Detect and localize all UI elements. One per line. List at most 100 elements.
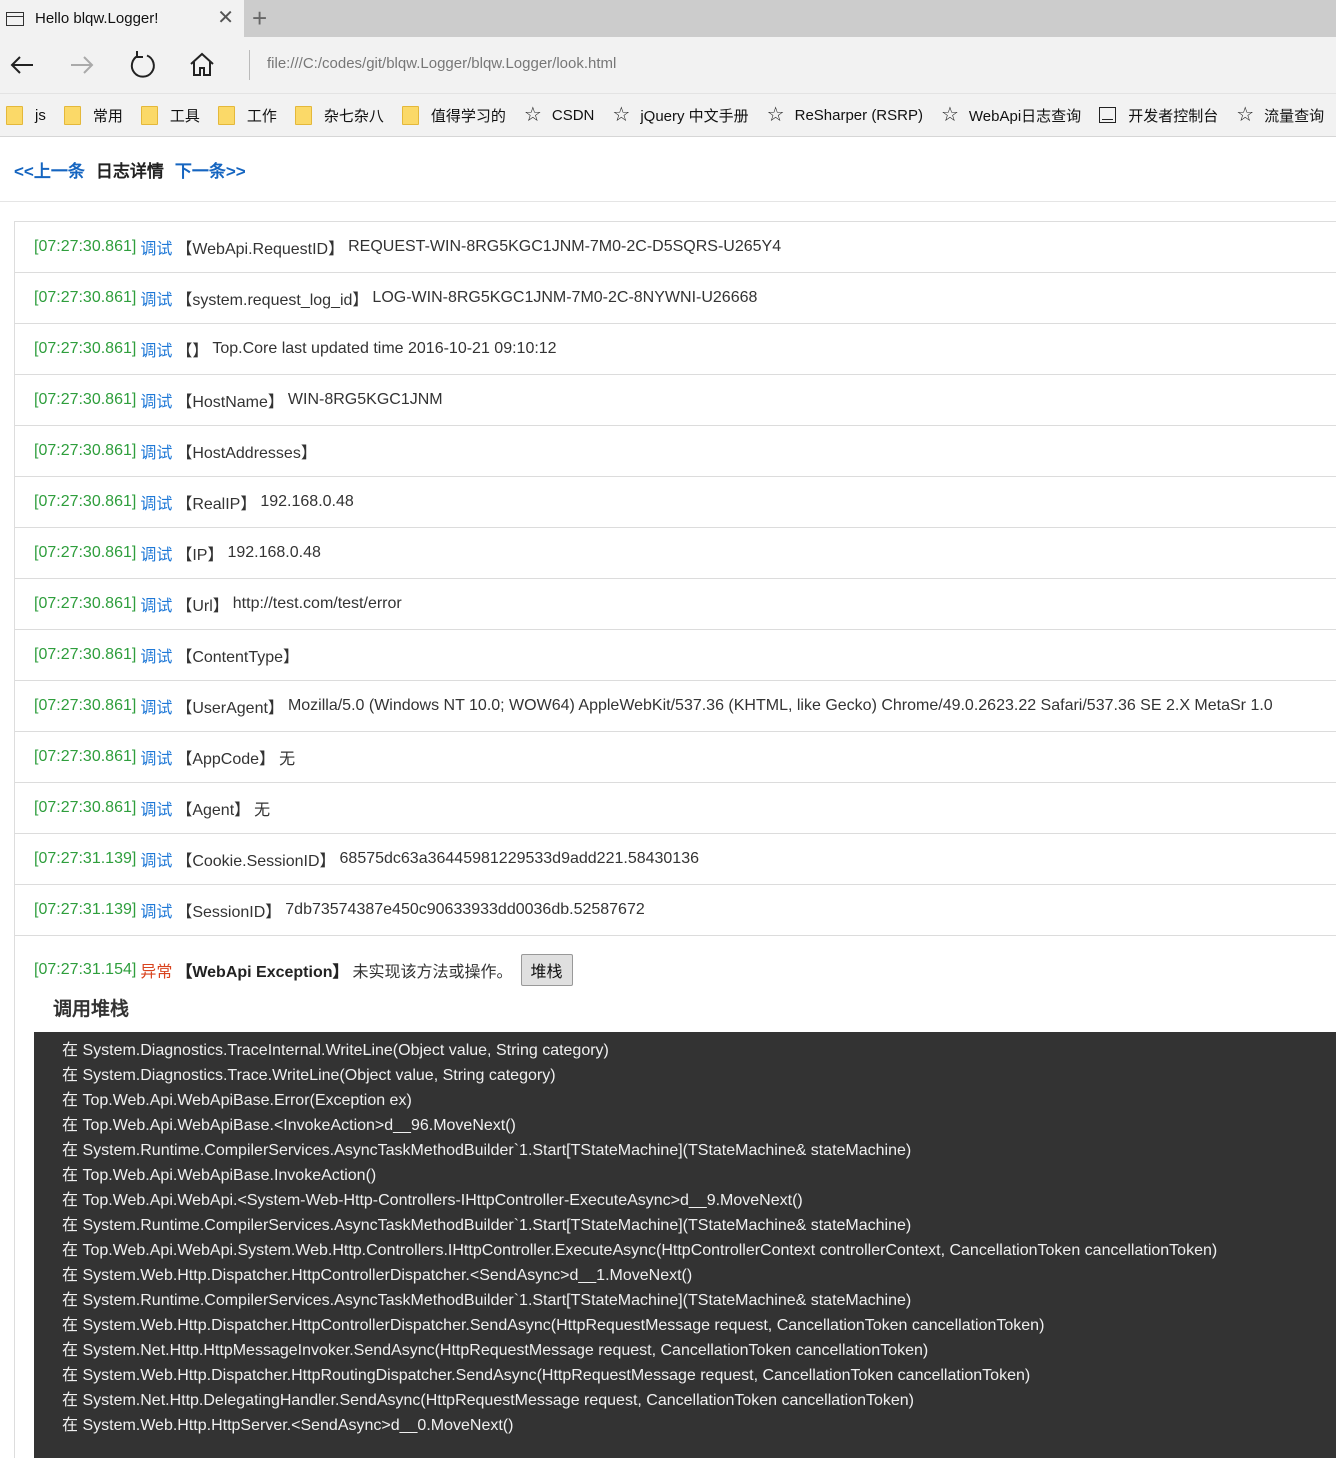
log-time: [07:27:30.861] [34,391,137,408]
page-header: <<上一条 日志详情 下一条>> [0,137,1336,202]
navigation-bar: file:///C:/codes/git/blqw.Logger/blqw.Lo… [0,37,1336,94]
log-key: 【Agent】 [176,802,251,819]
folder-icon [6,105,23,125]
log-level: 调试 [140,445,173,462]
log-value: 192.168.0.48 [260,493,354,510]
log-value: Top.Core last updated time 2016-10-21 09… [212,340,557,357]
log-time: [07:27:30.861] [34,493,137,510]
next-link[interactable]: 下一条>> [175,157,246,182]
log-time: [07:27:30.861] [34,748,137,765]
exception-header: [07:27:31.154] 异常 【WebApi Exception】 未实现该方法… [34,954,1336,986]
back-arrow-icon [10,56,33,74]
folder-icon [401,105,419,125]
log-level: 调试 [140,853,173,870]
stack-line: 在 System.Diagnostics.TraceInternal.Write… [62,1042,609,1059]
log-key: 【UserAgent】 [176,700,284,717]
back-button[interactable] [6,49,38,81]
log-time: [07:27:31.139] [34,901,137,918]
favorite-item[interactable]: js [6,105,46,125]
log-level: 调试 [140,802,173,819]
log-key: 【HostName】 [176,394,284,411]
favorite-item[interactable]: 常用 [63,105,123,126]
favorite-item[interactable]: 工作 [217,105,277,126]
address-separator [249,50,250,80]
address-bar[interactable]: file:///C:/codes/git/blqw.Logger/blqw.Lo… [267,55,616,72]
folder-icon [140,105,158,125]
favorite-label: 开发者控制台 [1128,107,1219,125]
favorite-item[interactable]: ☆ ReSharper (RSRP) [767,105,923,125]
stack-line: 在 Top.Web.Api.WebApiBase.Error(Exception… [62,1092,412,1109]
stack-line: 在 System.Runtime.CompilerServices.AsyncT… [62,1217,912,1234]
stack-line: 在 Top.Web.Api.WebApiBase.InvokeAction() [62,1167,377,1184]
log-time: [07:27:30.861] [34,544,137,561]
log-time: [07:27:30.861] [34,697,137,714]
log-level: 调试 [140,700,173,717]
log-key: 【Url】 [176,598,229,615]
log-level: 调试 [140,343,173,360]
stack-line: 在 System.Web.Http.Dispatcher.HttpControl… [62,1267,693,1284]
star-icon: ☆ [1236,104,1255,126]
stack-button[interactable]: 堆栈 [520,954,573,986]
stack-line: 在 Top.Web.Api.WebApi.<System-Web-Http-Co… [62,1192,803,1209]
log-value: 无 [254,802,271,819]
favorite-label: jQuery 中文手册 [640,107,749,125]
log-time: [07:27:30.861] [34,289,137,306]
log-row: [07:27:30.861] 调试 【system.request_log_id】 L… [15,273,1336,324]
log-list: [07:27:30.861] 调试 【WebApi.RequestID】 REQUES… [14,221,1336,1458]
browser-tab[interactable]: Hello blqw.Logger! ✕ [0,0,244,37]
log-level: 异常 [140,964,173,981]
log-time: [07:27:30.861] [34,238,137,255]
star-icon: ☆ [766,104,785,126]
stack-line: 在 System.Runtime.CompilerServices.AsyncT… [62,1142,912,1159]
log-value: LOG-WIN-8RG5KGC1JNM-7M0-2C-8NYWNI-U26668 [372,289,758,306]
log-key: 【】 [176,343,209,360]
stack-title: 调用堆栈 [53,999,130,1020]
favorite-item[interactable]: 工具 [140,105,200,126]
favorite-item[interactable]: ☆ WebApi日志查询 [941,105,1081,126]
log-level: 调试 [140,394,173,411]
favorite-label: 杂七杂八 [323,107,384,125]
stack-line: 在 System.Web.Http.Dispatcher.HttpRouting… [62,1367,1031,1384]
star-icon: ☆ [523,104,542,126]
favorite-item[interactable]: 开发者控制台 [1099,105,1218,126]
folder-icon [217,105,235,125]
favorite-item[interactable]: 值得学习的 [401,105,506,126]
log-row: [07:27:30.861] 调试 【Url】 http://test.com/tes… [15,579,1336,630]
log-row: [07:27:30.861] 调试 【AppCode】无 [15,732,1336,783]
stack-trace: 在 System.Diagnostics.TraceInternal.Write… [34,1032,1336,1458]
favorites-bar: js 常用 工具 工作 杂七杂八 值得学习的 ☆ CSDN ☆ jQuery 中文手册 ☆ ReSha… [0,94,1336,137]
log-key: 【HostAddresses】 [176,445,317,462]
close-tab-icon[interactable]: ✕ [217,8,234,28]
tab-bar: Hello blqw.Logger! ✕ + [0,0,1336,37]
prev-link[interactable]: <<上一条 [14,157,85,182]
favorite-item[interactable]: ☆ 流量查询 [1236,105,1324,126]
favorite-item[interactable]: ☆ jQuery 中文手册 [612,105,748,126]
favorite-label: 工具 [169,107,200,125]
log-level: 调试 [140,598,173,615]
stack-line: 在 System.Diagnostics.Trace.WriteLine(Obj… [62,1067,556,1084]
log-level: 调试 [140,292,173,309]
exception-message: 未实现该方法或操作。 [352,964,513,981]
new-tab-icon[interactable]: + [252,4,267,32]
favorite-item[interactable]: 杂七杂八 [294,105,384,126]
favorite-item[interactable]: ☆ CSDN [524,105,594,125]
refresh-button[interactable] [127,49,159,81]
stack-line: 在 Top.Web.Api.WebApiBase.<InvokeAction>d… [62,1117,516,1134]
log-time: [07:27:30.861] [34,646,137,663]
log-value: REQUEST-WIN-8RG5KGC1JNM-7M0-2C-D5SQRS-U2… [348,238,782,255]
log-value: 192.168.0.48 [227,544,321,561]
page-title: 日志详情 [95,161,164,181]
folder-icon [63,105,81,125]
forward-button[interactable] [66,49,98,81]
log-level: 调试 [140,241,173,258]
log-level: 调试 [140,904,173,921]
home-button[interactable] [186,49,218,81]
stack-line: 在 System.Runtime.CompilerServices.AsyncT… [62,1292,912,1309]
log-time: [07:27:30.861] [34,595,137,612]
console-icon [1099,107,1117,123]
log-level: 调试 [140,751,173,768]
log-row: [07:27:30.861] 调试 【HostAddresses】 [15,426,1336,477]
log-time: [07:27:31.139] [34,850,137,867]
tab-title: Hello blqw.Logger! [35,10,159,27]
log-key: 【AppCode】 [176,751,276,768]
